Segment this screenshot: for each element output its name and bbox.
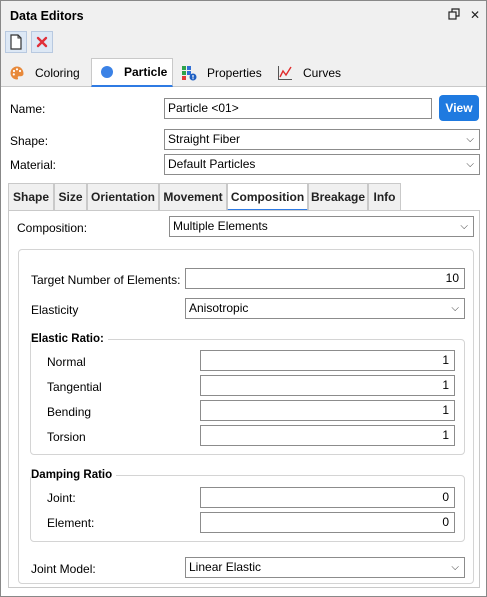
tab-movement[interactable]: Movement [159, 183, 227, 210]
tab-composition[interactable]: Composition [227, 183, 308, 211]
chevron-down-icon: ⌵ [451, 562, 459, 573]
normal-label: Normal [47, 355, 86, 369]
element-field[interactable]: 0 [200, 512, 455, 533]
bending-label: Bending [47, 405, 92, 419]
window-title: Data Editors [10, 9, 84, 23]
tangential-label: Tangential [47, 380, 102, 394]
composition-select-value: Multiple Elements [173, 219, 268, 233]
main-tab-bar: Coloring Particle Properties Curves [1, 58, 486, 87]
circle-icon [101, 66, 113, 78]
torsion-label: Torsion [47, 430, 86, 444]
close-icon[interactable]: ✕ [468, 8, 482, 22]
joint-model-select[interactable]: Linear Elastic ⌵ [185, 557, 465, 578]
element-label: Element: [47, 516, 95, 530]
delete-x-icon [36, 36, 48, 48]
chevron-down-icon: ⌵ [451, 303, 459, 314]
tangential-field[interactable]: 1 [200, 375, 455, 396]
document-icon [10, 34, 22, 50]
shape-select[interactable]: Straight Fiber ⌵ [164, 129, 480, 150]
tab-particle-label: Particle [124, 65, 168, 79]
joint-model-select-value: Linear Elastic [189, 560, 262, 574]
tab-curves-label: Curves [303, 65, 342, 80]
delete-button[interactable] [31, 31, 53, 53]
damping-ratio-title: Damping Ratio [31, 469, 117, 481]
tab-properties-label: Properties [207, 65, 262, 80]
elasticity-label: Elasticity [31, 303, 79, 317]
chart-icon [278, 65, 292, 80]
joint-label: Joint: [47, 491, 76, 505]
bending-field[interactable]: 1 [200, 400, 455, 421]
data-editors-window: Data Editors ✕ Coloring Particle Propert… [0, 0, 487, 597]
chevron-down-icon: ⌵ [466, 134, 474, 145]
torsion-field[interactable]: 1 [200, 425, 455, 446]
material-label: Material: [10, 158, 57, 172]
shape-label: Shape: [10, 134, 49, 148]
elasticity-select[interactable]: Anisotropic ⌵ [185, 298, 465, 319]
target-elements-label: Target Number of Elements: [31, 273, 181, 287]
tab-coloring-label: Coloring [35, 65, 80, 80]
tab-properties[interactable]: Properties [173, 58, 269, 87]
name-label: Name: [10, 102, 46, 116]
tab-particle[interactable]: Particle [91, 58, 173, 87]
normal-field[interactable]: 1 [200, 350, 455, 371]
tab-coloring[interactable]: Coloring [1, 58, 91, 87]
view-button[interactable]: View [439, 95, 479, 121]
target-elements-field[interactable]: 10 [185, 268, 465, 289]
elasticity-select-value: Anisotropic [189, 301, 249, 315]
material-select[interactable]: Default Particles ⌵ [164, 154, 480, 175]
tab-orientation[interactable]: Orientation [87, 183, 159, 210]
sub-tab-bar: Shape Size Orientation Movement Composit… [8, 183, 478, 211]
tab-info[interactable]: Info [368, 183, 401, 210]
tab-shape[interactable]: Shape [8, 183, 54, 210]
joint-field[interactable]: 0 [200, 487, 455, 508]
composition-label: Composition: [17, 221, 88, 235]
restore-icon[interactable] [447, 8, 461, 22]
tab-curves[interactable]: Curves [269, 58, 349, 87]
new-document-button[interactable] [5, 31, 27, 53]
joint-model-label: Joint Model: [31, 562, 96, 576]
palette-icon [10, 66, 24, 79]
title-bar: Data Editors ✕ [1, 1, 486, 29]
properties-icon [182, 65, 197, 80]
composition-select[interactable]: Multiple Elements ⌵ [169, 216, 474, 237]
tab-size[interactable]: Size [54, 183, 87, 210]
material-select-value: Default Particles [168, 157, 256, 171]
elastic-ratio-title: Elastic Ratio: [31, 333, 108, 345]
name-field[interactable]: Particle <01> [164, 98, 432, 119]
chevron-down-icon: ⌵ [466, 159, 474, 170]
chevron-down-icon: ⌵ [460, 221, 468, 232]
tab-breakage[interactable]: Breakage [308, 183, 368, 210]
shape-select-value: Straight Fiber [168, 132, 241, 146]
